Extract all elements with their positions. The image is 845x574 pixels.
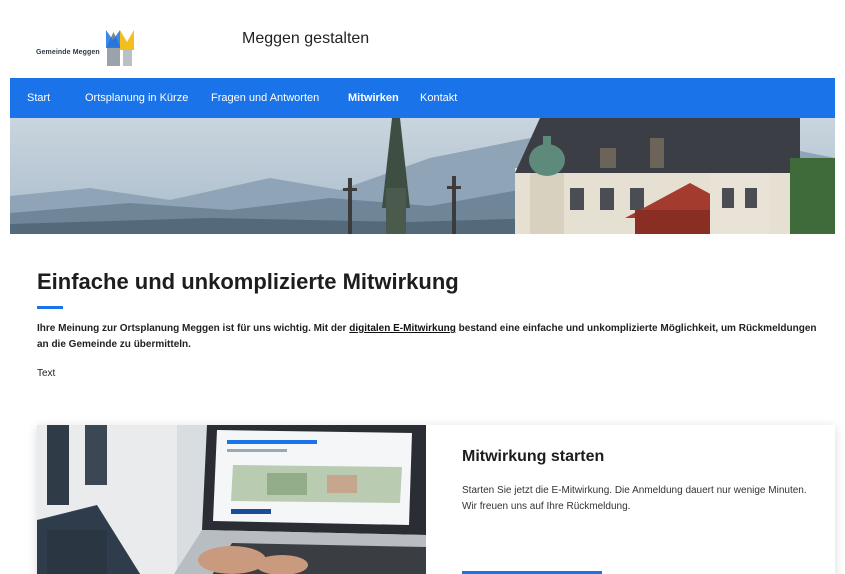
headline-accent-divider [37, 306, 63, 309]
nav-item-ortsplanung[interactable]: Ortsplanung in Kürze [85, 78, 188, 118]
page-headline: Einfache und unkomplizierte Mitwirkung [37, 269, 459, 294]
logo-text: Gemeinde Meggen [36, 49, 100, 56]
external-link-icon [741, 15, 751, 25]
digital-e-mitwirkung-link[interactable]: digitalen E-Mitwirkung [349, 323, 456, 334]
laptop-photo [37, 425, 426, 574]
e-mitwirkung-label: E-Mitwirkung [754, 14, 825, 27]
card-description: Starten Sie jetzt die E-Mitwirkung. Die … [462, 485, 807, 512]
nav-item-fragen[interactable]: Fragen und Antworten [211, 78, 319, 118]
logo-mark-icon [105, 30, 134, 66]
nav-item-start[interactable]: Start [27, 78, 50, 118]
e-mitwirkung-button[interactable]: E-Mitwirkung [729, 7, 835, 34]
hero-landscape [10, 118, 835, 234]
gemeinde-logo[interactable]: Gemeinde Meggen [36, 26, 138, 66]
main-navigation: Start Ortsplanung in Kürze Fragen und An… [10, 78, 835, 118]
nav-item-mitwirken[interactable]: Mitwirken [348, 78, 399, 118]
intro-paragraph: Ihre Meinung zur Ortsplanung Meggen ist … [37, 321, 827, 353]
site-header: Gemeinde Meggen Meggen gestalten [10, 14, 835, 78]
placeholder-text: Text [37, 368, 56, 379]
laptop-illustration [37, 425, 426, 574]
nav-item-kontakt[interactable]: Kontakt [420, 78, 457, 118]
mitwirkung-card: Mitwirkung starten Starten Sie jetzt die… [37, 425, 835, 574]
card-title: Mitwirkung starten [462, 448, 605, 465]
intro-text-start: Ihre Meinung zur Ortsplanung Meggen ist … [37, 323, 350, 334]
hero-image [10, 118, 835, 234]
site-title[interactable]: Meggen gestalten [242, 30, 369, 48]
